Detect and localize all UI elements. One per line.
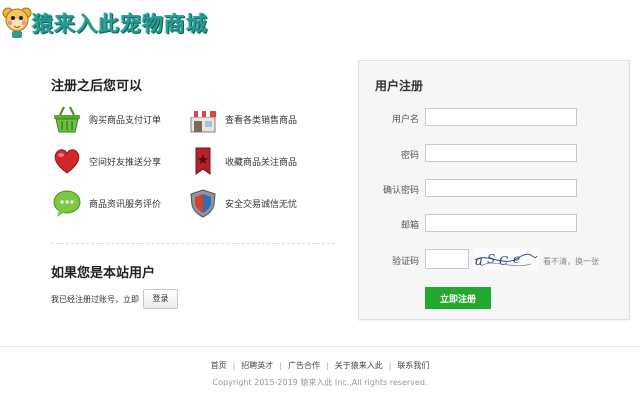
- bookmark-tag-icon: [195, 147, 211, 175]
- svg-text:a: a: [475, 254, 483, 269]
- footer-link-home[interactable]: 首页: [211, 361, 227, 370]
- captcha-input[interactable]: [425, 249, 469, 269]
- login-button[interactable]: 登录: [143, 289, 178, 309]
- benefit-label: 空间好友推送分享: [89, 157, 162, 168]
- benefits-title: 注册之后您可以: [51, 79, 143, 94]
- benefit-item: 空间好友推送分享: [51, 144, 161, 178]
- confirm-password-input[interactable]: [425, 179, 577, 197]
- benefit-item: 商品资讯服务评价: [51, 186, 161, 220]
- footer-link-about[interactable]: 关于猿来入此: [335, 361, 383, 370]
- register-panel: 用户注册 用户名 密码 确认密码 邮箱 验证码 a S C e 看不清，换一张 …: [358, 60, 630, 320]
- member-title: 如果您是本站用户: [51, 266, 156, 281]
- site-header: 猿来入此宠物商城: [0, 0, 640, 46]
- footer-separator: |: [232, 361, 236, 370]
- footer-separator: |: [279, 361, 282, 370]
- register-submit-button[interactable]: 立即注册: [425, 287, 491, 309]
- password-input[interactable]: [425, 144, 577, 162]
- benefit-label: 安全交易诚信无忧: [225, 199, 298, 210]
- password-label: 密码: [400, 151, 419, 161]
- copyright: Copyright 2015-2019 猿来入此 Inc.,All rights…: [212, 378, 428, 387]
- username-input[interactable]: [425, 108, 577, 126]
- footer-separator: |: [388, 361, 392, 370]
- benefit-item: 查看各类销售商品: [187, 102, 297, 136]
- email-label: 邮箱: [400, 221, 419, 231]
- benefit-label: 收藏商品关注商品: [225, 157, 298, 168]
- shop-storefront-icon: [190, 111, 216, 133]
- footer-link-ads[interactable]: 广告合作: [288, 361, 320, 370]
- benefit-label: 购买商品支付订单: [89, 115, 162, 126]
- heart-icon: [54, 149, 80, 174]
- shopping-basket-icon: [54, 106, 80, 133]
- refresh-captcha-link[interactable]: 看不清，换一张: [543, 256, 599, 267]
- benefit-item: 收藏商品关注商品: [187, 144, 297, 178]
- member-text: 我已经注册过账号，立即: [51, 295, 139, 304]
- chat-bubble-icon: [53, 190, 81, 217]
- footer-divider: [0, 346, 640, 347]
- site-title[interactable]: 猿来入此宠物商城: [32, 8, 208, 38]
- cartoon-monkey-icon[interactable]: [2, 3, 32, 39]
- benefit-item: 安全交易诚信无忧: [187, 186, 297, 220]
- footer-links: 首页 | 招聘英才 | 广告合作 | 关于猿来入此 | 联系我们: [0, 360, 640, 371]
- shield-icon: [190, 189, 216, 218]
- username-label: 用户名: [391, 115, 419, 125]
- footer-link-contact[interactable]: 联系我们: [397, 361, 429, 370]
- captcha-image[interactable]: a S C e: [473, 248, 539, 270]
- footer-separator: |: [326, 361, 329, 370]
- footer-link-jobs[interactable]: 招聘英才: [241, 361, 273, 370]
- confirm-password-label: 确认密码: [382, 186, 419, 196]
- benefit-label: 查看各类销售商品: [225, 115, 298, 126]
- benefit-item: 购买商品支付订单: [51, 102, 161, 136]
- section-divider: [51, 243, 335, 244]
- captcha-label: 验证码: [391, 257, 419, 267]
- benefit-label: 商品资讯服务评价: [89, 199, 162, 210]
- register-title: 用户注册: [375, 79, 424, 93]
- email-input[interactable]: [425, 214, 577, 232]
